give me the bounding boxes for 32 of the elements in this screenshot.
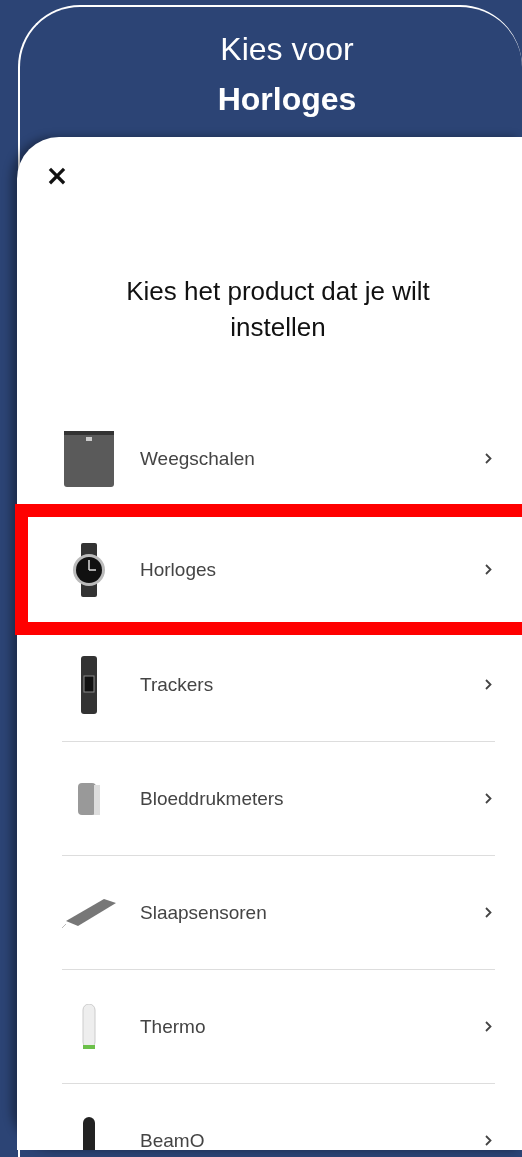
fitness-band-icon	[80, 655, 98, 714]
list-item[interactable]: Slaapsensoren	[17, 856, 522, 969]
list-item[interactable]: Trackers	[17, 635, 522, 741]
item-label: Slaapsensoren	[140, 901, 268, 924]
list-item[interactable]: BeamO	[17, 1084, 522, 1150]
highlighted-list-item[interactable]: Horloges	[15, 504, 522, 635]
item-label: Weegschalen	[140, 447, 256, 470]
chevron-icon	[485, 453, 492, 464]
blood-pressure-cuff-icon	[76, 780, 102, 817]
header-product-name: Horloges	[217, 80, 357, 119]
chevron-icon	[485, 793, 492, 804]
sleep-mat-icon	[62, 896, 116, 929]
scale-icon	[63, 429, 115, 488]
item-label: Horloges	[140, 558, 218, 581]
item-label: Bloeddrukmeters	[140, 787, 285, 810]
dialog-heading: Kies het product dat je wilt instellen	[125, 275, 431, 344]
chevron-icon	[485, 564, 492, 575]
chevron-icon	[485, 679, 492, 690]
item-label: BeamO	[140, 1129, 206, 1150]
list-item[interactable]: Weegschalen	[17, 402, 522, 504]
item-label: Trackers	[140, 673, 215, 696]
chevron-icon	[485, 1135, 492, 1146]
chevron-icon	[485, 907, 492, 918]
chevron-icon	[485, 1021, 492, 1032]
header-title: Kies voor	[220, 30, 354, 69]
scanner-icon	[82, 1116, 96, 1150]
list-item[interactable]: Bloeddrukmeters	[17, 742, 522, 855]
thermometer-icon	[82, 1003, 96, 1050]
close-button[interactable]: ×	[44, 163, 70, 189]
watch-icon	[71, 542, 107, 597]
item-label: Thermo	[140, 1015, 207, 1038]
list-item[interactable]: Thermo	[17, 970, 522, 1083]
